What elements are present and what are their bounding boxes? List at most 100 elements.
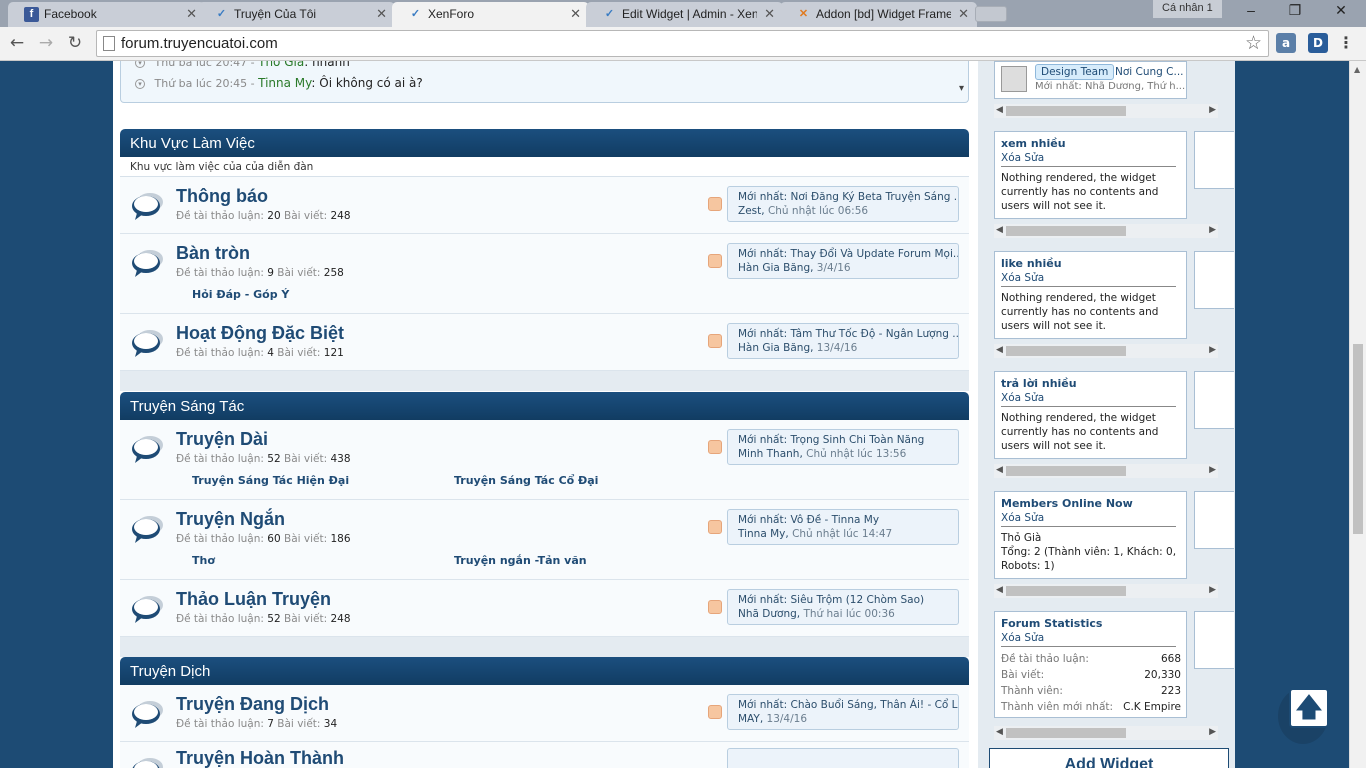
shout-time: Thứ ba lúc 20:45 - bbox=[154, 77, 255, 90]
forum-title[interactable]: Truyện Ngắn bbox=[176, 509, 285, 530]
tab-truyen-cua-toi[interactable]: ✓ Truyện Của Tôi ✕ bbox=[198, 2, 395, 27]
latest-post-user: Hàn Gia Băng bbox=[738, 262, 811, 274]
latest-post-date: 13/4/16 bbox=[816, 342, 858, 354]
back-to-top-button[interactable]: 🡅 bbox=[1289, 688, 1329, 728]
widget-edit-links[interactable]: Xóa Sửa bbox=[1001, 272, 1044, 284]
rss-icon[interactable] bbox=[708, 197, 722, 211]
page-scrollbar[interactable]: ▲ bbox=[1349, 61, 1366, 768]
close-icon[interactable]: ✕ bbox=[958, 6, 969, 22]
latest-post-title: Vô Đề - Tinna My bbox=[790, 514, 880, 526]
latest-post-title: Nơi Đăng Ký Beta Truyện Sáng ... bbox=[790, 191, 959, 203]
shout-user[interactable]: Thỏ Già bbox=[258, 61, 304, 69]
tab-edit-widget[interactable]: ✓ Edit Widget | Admin - Xen ✕ bbox=[586, 2, 783, 27]
url-text[interactable]: forum.truyencuatoi.com bbox=[121, 35, 278, 52]
scroll-up-icon[interactable]: ▲ bbox=[1354, 65, 1360, 74]
close-icon[interactable]: ✕ bbox=[764, 6, 775, 22]
forum-title[interactable]: Bàn tròn bbox=[176, 243, 250, 264]
forum-title[interactable]: Truyện Dài bbox=[176, 429, 268, 450]
rss-icon[interactable] bbox=[708, 254, 722, 268]
widget-edit-links[interactable]: Xóa Sửa bbox=[1001, 152, 1044, 164]
tab-facebook[interactable]: f Facebook ✕ bbox=[8, 2, 205, 27]
widget-title: trả lời nhiều bbox=[1001, 377, 1077, 390]
category-khu-vuc-lam-viec: Khu Vực Làm Việc Khu vực làm việc của củ… bbox=[120, 129, 969, 391]
rss-icon[interactable] bbox=[708, 440, 722, 454]
design-team-badge[interactable]: Design Team bbox=[1035, 64, 1115, 80]
widget-edit-links[interactable]: Xóa Sửa bbox=[1001, 392, 1044, 404]
shout-user[interactable]: Tinna My bbox=[258, 76, 311, 90]
forum-title[interactable]: Thông báo bbox=[176, 186, 268, 207]
menu-icon[interactable]: ⋮ bbox=[1336, 33, 1356, 53]
tab-xenforo[interactable]: ✓ XenForo ✕ bbox=[392, 2, 589, 27]
category-title[interactable]: Truyện Dịch bbox=[120, 657, 969, 685]
back-arrow-icon[interactable]: ← bbox=[6, 33, 28, 53]
horizontal-scrollbar[interactable]: ◀ ▶ bbox=[994, 224, 1218, 238]
tab-addon-widget-frame[interactable]: ✕ Addon [bd] Widget Frame ✕ bbox=[780, 2, 977, 27]
profile-button[interactable]: Cá nhân 1 bbox=[1153, 0, 1222, 18]
extension-a-icon[interactable]: a bbox=[1276, 33, 1296, 53]
close-window-icon[interactable]: ✕ bbox=[1328, 2, 1354, 19]
latest-post-box[interactable]: Mới nhất: Vô Đề - Tinna My Tinna My, Chủ… bbox=[727, 509, 959, 545]
restore-icon[interactable]: ❐ bbox=[1282, 2, 1308, 19]
forum-node: Bàn tròn Đề tài thảo luận: 9 Bài viết: 2… bbox=[120, 234, 969, 314]
address-bar[interactable]: forum.truyencuatoi.com ☆ bbox=[96, 30, 1269, 57]
latest-post-box[interactable] bbox=[727, 748, 959, 768]
rss-icon[interactable] bbox=[708, 520, 722, 534]
shoutbox-row: ▾ Thứ ba lúc 20:45 - Tinna My: Ôi không … bbox=[135, 76, 423, 90]
add-widget-button[interactable]: Add Widget bbox=[989, 748, 1229, 768]
close-icon[interactable]: ✕ bbox=[186, 6, 197, 22]
forum-title[interactable]: Thảo Luận Truyện bbox=[176, 589, 331, 610]
rss-icon[interactable] bbox=[708, 705, 722, 719]
extension-d-icon[interactable]: D bbox=[1308, 33, 1328, 53]
widget-title: like nhiều bbox=[1001, 257, 1062, 270]
forum-stats: Đề tài thảo luận: 60 Bài viết: 186 bbox=[176, 533, 351, 545]
chevron-down-icon[interactable]: ▾ bbox=[135, 61, 145, 68]
widget-edit-links[interactable]: Xóa Sửa bbox=[1001, 632, 1044, 644]
rss-icon[interactable] bbox=[708, 334, 722, 348]
rss-icon[interactable] bbox=[708, 600, 722, 614]
avatar[interactable] bbox=[1001, 66, 1027, 92]
forum-stats: Đề tài thảo luận: 7 Bài viết: 34 bbox=[176, 718, 338, 730]
forum-title[interactable]: Hoạt Động Đặc Biệt bbox=[176, 323, 344, 344]
widget-edit-links[interactable]: Xóa Sửa bbox=[1001, 512, 1044, 524]
latest-post-date: Chủ nhật lúc 13:56 bbox=[806, 448, 907, 460]
latest-post-box[interactable]: Mới nhất: Nơi Đăng Ký Beta Truyện Sáng .… bbox=[727, 186, 959, 222]
widget-top: Design Team Nơi Cung C... Mới nhất: Nhã … bbox=[994, 61, 1187, 99]
horizontal-scrollbar[interactable]: ◀ ▶ bbox=[994, 104, 1218, 118]
horizontal-scrollbar[interactable]: ◀ ▶ bbox=[994, 584, 1218, 598]
minimize-icon[interactable]: – bbox=[1238, 2, 1264, 18]
shoutbox-scroll-arrow[interactable]: ▾ bbox=[959, 83, 964, 94]
close-icon[interactable]: ✕ bbox=[376, 6, 387, 22]
subforum-link[interactable]: Truyện ngắn -Tản văn bbox=[454, 554, 587, 567]
new-tab-button[interactable] bbox=[975, 6, 1007, 22]
forum-node: Hoạt Động Đặc Biệt Đề tài thảo luận: 4 B… bbox=[120, 314, 969, 371]
widget-thread-title[interactable]: Nơi Cung C... bbox=[1115, 66, 1184, 78]
widget-body: Nothing rendered, the widget currently h… bbox=[1001, 412, 1159, 452]
latest-post-user: Minh Thanh bbox=[738, 448, 800, 460]
scrollbar-thumb[interactable] bbox=[1353, 344, 1363, 534]
subforum-link[interactable]: Hỏi Đáp - Góp Ý bbox=[192, 288, 289, 301]
latest-post-box[interactable]: Mới nhất: Tâm Thư Tốc Độ - Ngân Lượng ..… bbox=[727, 323, 959, 359]
latest-post-box[interactable]: Mới nhất: Thay Đổi Và Update Forum Mọi..… bbox=[727, 243, 959, 279]
forum-title[interactable]: Truyện Đang Dịch bbox=[176, 694, 329, 715]
shoutbox: ▾ Thứ ba lúc 20:47 - Thỏ Già: nhanh ▾ Th… bbox=[120, 61, 969, 103]
latest-post-user: Tinna My bbox=[738, 528, 786, 540]
subforum-link[interactable]: Truyện Sáng Tác Cổ Đại bbox=[454, 474, 598, 487]
forum-bubble-icon bbox=[131, 189, 165, 223]
horizontal-scrollbar[interactable]: ◀ ▶ bbox=[994, 344, 1218, 358]
horizontal-scrollbar[interactable]: ◀ ▶ bbox=[994, 464, 1218, 478]
close-icon[interactable]: ✕ bbox=[570, 6, 581, 22]
subforum-link[interactable]: Truyện Sáng Tác Hiện Đại bbox=[192, 474, 349, 487]
latest-post-box[interactable]: Mới nhất: Trọng Sinh Chi Toàn Năng Minh … bbox=[727, 429, 959, 465]
category-title[interactable]: Truyện Sáng Tác bbox=[120, 392, 969, 420]
widget-sidebar: Design Team Nơi Cung C... Mới nhất: Nhã … bbox=[978, 61, 1235, 768]
latest-post-box[interactable]: Mới nhất: Siêu Trộm (12 Chòm Sao) Nhã Dư… bbox=[727, 589, 959, 625]
latest-post-box[interactable]: Mới nhất: Chào Buổi Sáng, Thân Ái! - Cổ … bbox=[727, 694, 959, 730]
horizontal-scrollbar[interactable]: ◀ ▶ bbox=[994, 726, 1218, 740]
category-title[interactable]: Khu Vực Làm Việc bbox=[120, 129, 969, 157]
forward-arrow-icon[interactable]: → bbox=[35, 33, 57, 53]
chevron-down-icon[interactable]: ▾ bbox=[135, 79, 145, 89]
subforum-link[interactable]: Thơ bbox=[192, 554, 215, 567]
bookmark-star-icon[interactable]: ☆ bbox=[1245, 32, 1262, 54]
forum-title[interactable]: Truyện Hoàn Thành bbox=[176, 748, 344, 768]
reload-icon[interactable]: ↻ bbox=[64, 33, 86, 53]
